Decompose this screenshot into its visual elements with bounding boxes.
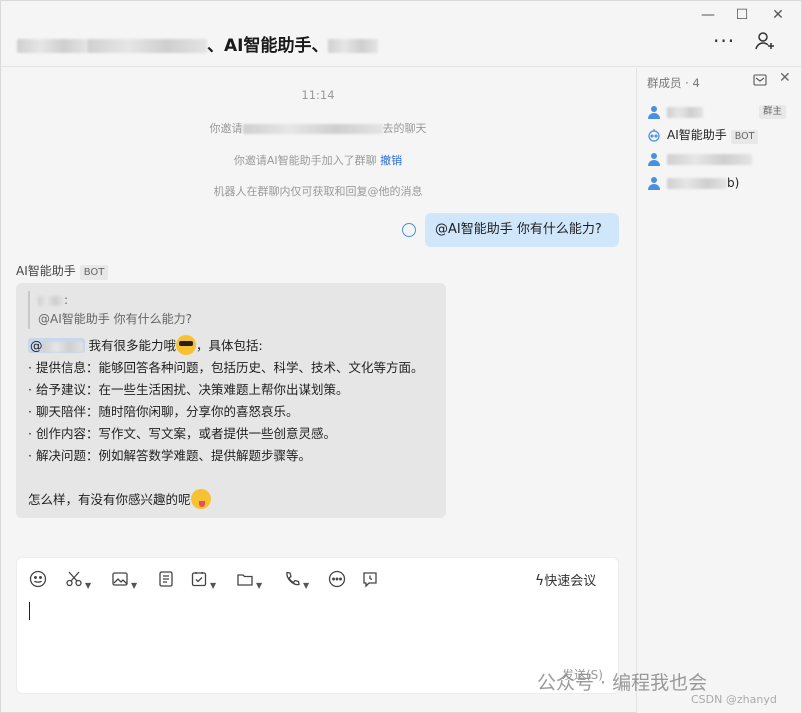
sender-name: AI智能助手 BOT	[16, 262, 109, 280]
system-message-invite: 你邀请 去的聊天	[209, 122, 427, 135]
redacted-text	[87, 39, 207, 53]
watermark: 公众号 · 编程我也会	[537, 672, 708, 694]
more-tools-button[interactable]	[328, 570, 346, 590]
message-list[interactable]: 11:14 你邀请 去的聊天 你邀请AI智能助手加入了群聊 撤销 机器人在群聊内仅…	[1, 68, 635, 554]
csdn-watermark: CSDN @zhanyd	[691, 693, 777, 706]
close-icon[interactable]: ✕	[779, 70, 791, 86]
minimize-button[interactable]: —	[698, 5, 718, 25]
more-circle-icon	[328, 570, 346, 588]
app-window: 、AI智能助手、 — ☐ ✕ ··· 11:14 你邀请 去的聊天 你邀请AI智能…	[0, 0, 802, 713]
bot-badge: BOT	[79, 265, 109, 280]
sunglasses-emoji-icon	[176, 335, 196, 355]
more-options-button[interactable]: ···	[713, 29, 735, 53]
screenshot-button[interactable]: ▼	[65, 570, 91, 590]
member-item[interactable]: AI智能助手 BOT	[647, 125, 797, 145]
add-member-button[interactable]	[753, 29, 777, 53]
history-button[interactable]	[361, 570, 379, 590]
chevron-down-icon[interactable]: ▼	[131, 581, 137, 590]
system-message-bot-notice: 机器人在群聊内仅可获取和回复@他的消息	[213, 185, 423, 198]
member-panel: 群成员 · 4 ✕ 群主 AI智能助手 BOT b)	[636, 68, 801, 713]
tongue-wink-emoji-icon	[190, 489, 211, 509]
lightning-icon: ϟ	[535, 573, 545, 589]
reply-item: · 提供信息：能够回答各种问题，包括历史、科学、技术、文化等方面。	[28, 360, 424, 375]
chat-title: 、AI智能助手、	[17, 31, 379, 56]
mail-icon[interactable]	[753, 74, 767, 86]
add-user-icon	[755, 32, 774, 50]
bot-badge: BOT	[730, 130, 759, 144]
user-icon	[648, 106, 660, 119]
timestamp: 11:14	[301, 88, 335, 102]
task-check-icon	[191, 572, 207, 587]
bot-reply-text: @ 我有很多能力哦 ，具体包括: · 提供信息：能够回答各种问题，包括历史、科学、…	[28, 335, 423, 511]
scissors-icon	[66, 571, 82, 587]
chevron-down-icon[interactable]: ▼	[210, 581, 216, 590]
chevron-down-icon[interactable]: ▼	[256, 581, 262, 590]
user-icon	[648, 177, 660, 190]
reply-item: · 创作内容：写作文、写文案，或者提供一些创意灵感。	[28, 426, 336, 441]
smiley-icon	[29, 570, 47, 588]
owner-badge: 群主	[759, 105, 787, 119]
quoted-text: @AI智能助手 你有什么能力?	[38, 312, 192, 326]
system-message-bot-added: 你邀请AI智能助手加入了群聊 撤销	[233, 154, 403, 167]
document-button[interactable]	[157, 570, 175, 590]
image-button[interactable]: ▼	[111, 570, 137, 590]
reply-item: · 给予建议：在一些生活困扰、决策难题上帮你出谋划策。	[28, 382, 349, 397]
message-composer[interactable]: ▼ ▼ ▼ ▼ ▼ ϟ快速会议 发送(S)	[16, 557, 619, 694]
read-status-icon[interactable]	[402, 223, 416, 237]
redacted-text	[17, 39, 87, 53]
image-icon	[112, 572, 128, 586]
document-icon	[159, 571, 173, 587]
bot-message-bubble[interactable]: : @AI智能助手 你有什么能力? @ 我有很多能力哦 ，具体包括: · 提供信息…	[16, 283, 446, 518]
member-item[interactable]: 群主	[647, 102, 797, 122]
reply-item: · 解决问题：例如解答数学难题、提供解题步骤等。	[28, 448, 311, 463]
call-button[interactable]: ▼	[283, 570, 309, 590]
redacted-text	[667, 154, 752, 165]
redacted-text	[38, 295, 64, 306]
undo-link[interactable]: 撤销	[380, 154, 402, 167]
chat-clock-icon	[363, 572, 377, 588]
redacted-text	[667, 178, 727, 189]
quoted-message[interactable]: : @AI智能助手 你有什么能力?	[28, 291, 328, 329]
close-window-button[interactable]: ✕	[768, 5, 788, 25]
text-cursor	[29, 602, 30, 620]
chevron-down-icon[interactable]: ▼	[85, 581, 91, 590]
member-count: 群成员 · 4	[647, 76, 700, 90]
emoji-button[interactable]	[29, 570, 47, 590]
reply-item: · 聊天陪伴：随时陪你闲聊，分享你的喜怒哀乐。	[28, 404, 299, 419]
maximize-button[interactable]: ☐	[732, 5, 752, 25]
member-item[interactable]: b)	[647, 173, 797, 193]
user-icon	[648, 153, 660, 166]
robot-icon	[648, 129, 660, 142]
phone-icon	[286, 571, 300, 586]
file-button[interactable]: ▼	[236, 570, 262, 590]
redacted-text	[42, 341, 83, 352]
redacted-text	[667, 107, 703, 118]
chat-header: 、AI智能助手、 — ☐ ✕ ···	[1, 1, 801, 67]
chevron-down-icon[interactable]: ▼	[303, 581, 309, 590]
redacted-text	[242, 124, 383, 134]
my-message-bubble[interactable]: @AI智能助手 你有什么能力?	[425, 213, 619, 247]
folder-icon	[237, 574, 253, 586]
redacted-text	[328, 39, 379, 53]
mention-user[interactable]: @	[28, 338, 85, 353]
member-item[interactable]	[647, 149, 797, 169]
quick-meeting-button[interactable]: ϟ快速会议	[535, 570, 596, 589]
task-button[interactable]: ▼	[190, 570, 216, 590]
